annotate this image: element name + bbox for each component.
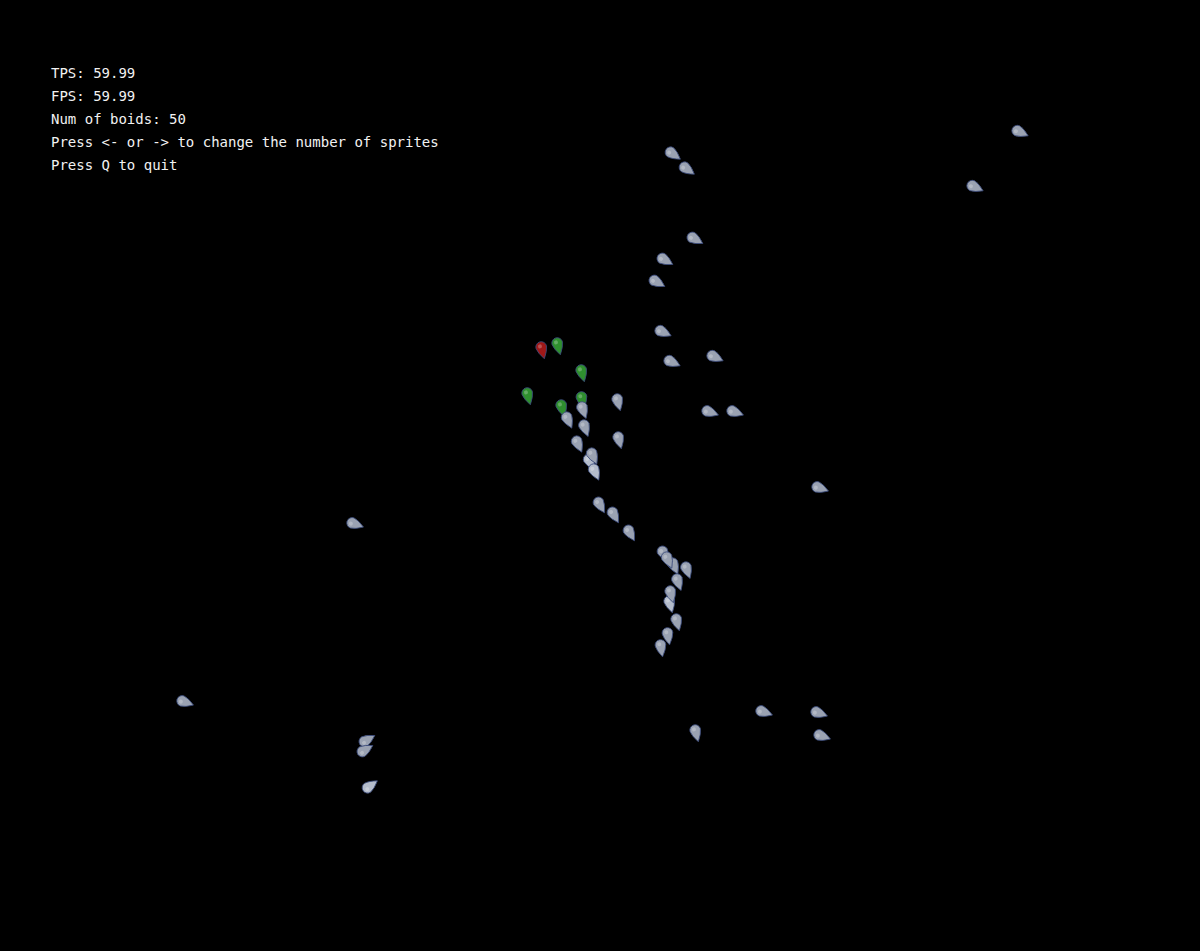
boid [651, 321, 675, 342]
boid [703, 346, 727, 367]
boid [687, 722, 706, 745]
boid-icon [675, 158, 699, 181]
boid-icon [698, 402, 722, 422]
boid [549, 335, 568, 358]
hud-line: Num of boids: 50 [51, 108, 439, 131]
boid [675, 158, 699, 181]
boid-icon [723, 402, 747, 422]
boid [1008, 121, 1032, 142]
simulation-canvas: TPS: 59.99FPS: 59.99Num of boids: 50Pres… [0, 0, 1200, 951]
boid-icon [173, 692, 197, 712]
boid-icon [653, 249, 677, 271]
boid [723, 402, 747, 422]
boid [653, 249, 677, 271]
boid [963, 176, 987, 197]
boid [173, 692, 197, 712]
boid-icon [808, 478, 832, 498]
boid-icon [353, 739, 377, 761]
hud-overlay: TPS: 59.99FPS: 59.99Num of boids: 50Pres… [51, 62, 439, 177]
boid [810, 726, 834, 746]
boid-icon [358, 775, 382, 798]
hud-line: Press Q to quit [51, 154, 439, 177]
hud-line: FPS: 59.99 [51, 85, 439, 108]
boid-icon [584, 460, 605, 484]
hud-line: Press <- or -> to change the number of s… [51, 131, 439, 154]
boid [619, 521, 641, 545]
boid-icon [343, 514, 367, 534]
boid [533, 339, 552, 362]
hud-line: TPS: 59.99 [51, 62, 439, 85]
boid [645, 271, 669, 293]
boid-icon [519, 385, 538, 408]
boid [752, 702, 776, 722]
boid [343, 514, 367, 534]
boid [660, 351, 684, 372]
boid [519, 385, 538, 408]
boid [353, 739, 377, 761]
boid-icon [573, 362, 592, 385]
boid [573, 398, 593, 422]
boid-icon [660, 351, 684, 372]
boid-icon [963, 176, 987, 197]
boid [698, 402, 722, 422]
boid-icon [567, 432, 588, 456]
boid-icon [549, 335, 568, 358]
boid-icon [533, 339, 552, 362]
boid [683, 228, 707, 250]
boid [557, 408, 578, 432]
boid [603, 503, 625, 527]
boid-icon [573, 398, 593, 422]
boid-icon [807, 703, 831, 723]
boid [584, 460, 605, 484]
boid [358, 775, 382, 798]
boid-icon [1008, 121, 1032, 142]
boid [567, 432, 588, 456]
boid [807, 703, 831, 723]
boid-icon [703, 346, 727, 367]
boid-icon [651, 321, 675, 342]
boid [573, 362, 592, 385]
boid-icon [610, 429, 629, 452]
boid-icon [683, 228, 707, 250]
boid-icon [645, 271, 669, 293]
boid [610, 429, 629, 452]
boid [609, 391, 628, 414]
boid-icon [619, 521, 641, 545]
boid-icon [752, 702, 776, 722]
boid-icon [810, 726, 834, 746]
boid-icon [609, 391, 628, 414]
boid [808, 478, 832, 498]
boid [661, 143, 685, 166]
boid-icon [687, 722, 706, 745]
boid-icon [557, 408, 578, 432]
boid-icon [661, 143, 685, 166]
boid-icon [603, 503, 625, 527]
